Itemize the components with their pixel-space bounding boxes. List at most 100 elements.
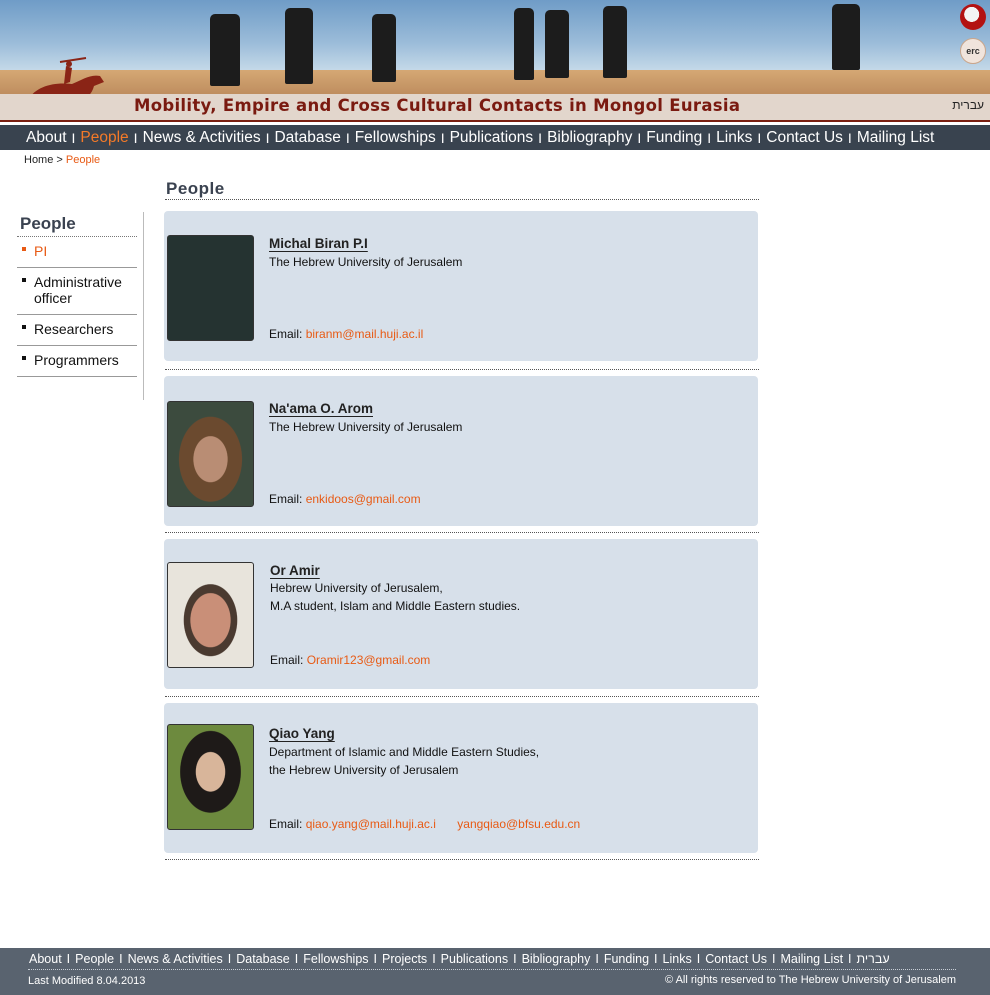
- email-label: Email:: [269, 817, 303, 831]
- footer-nav-item-links[interactable]: Links: [663, 952, 692, 966]
- affiliation-line: the Hebrew University of Jerusalem: [269, 763, 459, 777]
- footer-nav-separator: I: [772, 952, 776, 966]
- footer-rule: [28, 969, 956, 970]
- footer-nav-item-funding[interactable]: Funding: [604, 952, 649, 966]
- person-affiliation: Hebrew University of Jerusalem, M.A stud…: [270, 579, 520, 615]
- card-divider: [165, 859, 759, 860]
- sidebar-item-researchers[interactable]: Researchers: [17, 315, 137, 346]
- person-card: Michal Biran P.I The Hebrew University o…: [164, 211, 758, 361]
- sidebar-item-label: Administrative officer: [34, 274, 122, 306]
- breadcrumb-current: People: [65, 154, 101, 166]
- person-card: Qiao Yang Department of Islamic and Midd…: [164, 703, 758, 853]
- university-seal-icon[interactable]: [960, 4, 986, 30]
- walker-figure: [603, 6, 627, 78]
- footer-nav-item-people[interactable]: People: [75, 952, 114, 966]
- affiliation-line: The Hebrew University of Jerusalem: [269, 255, 463, 269]
- sidebar: People PI Administrative officer Researc…: [17, 212, 144, 400]
- footer-nav-item-news-activities[interactable]: News & Activities: [128, 952, 223, 966]
- person-email: Email: enkidoos@gmail.com: [269, 492, 421, 506]
- breadcrumb-home[interactable]: Home: [24, 154, 53, 166]
- person-photo: [167, 562, 254, 668]
- bullet-icon: [22, 247, 26, 251]
- footer-nav-separator: I: [227, 952, 232, 966]
- nav-item-news-activities[interactable]: News & Activities: [143, 129, 261, 147]
- email-link[interactable]: qiao.yang@mail.huji.ac.i: [306, 817, 436, 831]
- nav-separator: I: [847, 129, 852, 146]
- nav-separator: I: [345, 129, 350, 146]
- footer-nav-item-about[interactable]: About: [29, 952, 62, 966]
- breadcrumb: Home > People: [24, 154, 100, 166]
- person-photo: [167, 235, 254, 341]
- affiliation-line: M.A student, Islam and Middle Eastern st…: [270, 599, 521, 613]
- nav-item-people[interactable]: People: [80, 129, 128, 147]
- sidebar-title: People: [17, 212, 137, 237]
- footer-nav-separator: I: [294, 952, 299, 966]
- footer-nav-separator: I: [696, 952, 701, 966]
- person-email: Email: Oramir123@gmail.com: [270, 653, 430, 667]
- sidebar-item-label: Programmers: [34, 352, 119, 368]
- walker-figure: [514, 8, 534, 80]
- main-nav-list: About I People I News & Activities I Database I…: [0, 125, 990, 150]
- person-card: Na'ama O. Arom The Hebrew University of …: [164, 376, 758, 526]
- footer-nav-item-contact-us[interactable]: Contact Us: [705, 952, 767, 966]
- sidebar-item-programmers[interactable]: Programmers: [17, 346, 137, 377]
- nav-item-bibliography[interactable]: Bibliography: [547, 129, 632, 147]
- person-name[interactable]: Na'ama O. Arom: [269, 401, 373, 416]
- nav-item-contact-us[interactable]: Contact Us: [766, 129, 843, 147]
- affiliation-line: Hebrew University of Jerusalem,: [270, 581, 443, 595]
- person-email: Email: biranm@mail.huji.ac.il: [269, 327, 423, 341]
- hebrew-language-link[interactable]: עברית: [952, 98, 984, 112]
- sidebar-item-administrative-officer[interactable]: Administrative officer: [17, 268, 137, 315]
- card-divider: [165, 532, 759, 533]
- person-affiliation: Department of Islamic and Middle Eastern…: [269, 743, 539, 779]
- person-email: Email: qiao.yang@mail.huji.ac.i yangqiao…: [269, 817, 580, 831]
- nav-separator: I: [757, 129, 762, 146]
- person-affiliation: The Hebrew University of Jerusalem: [269, 418, 462, 436]
- footer-nav-item-fellowships[interactable]: Fellowships: [303, 952, 368, 966]
- footer: About I People I News & Activities I Database I…: [0, 948, 990, 995]
- nav-item-links[interactable]: Links: [716, 129, 752, 147]
- walker-figure: [832, 4, 860, 70]
- footer-nav-separator: I: [848, 952, 852, 966]
- erc-logo-icon[interactable]: erc: [960, 38, 986, 64]
- footer-nav-item-mailing-list[interactable]: Mailing List: [781, 952, 844, 966]
- footer-nav-item-database[interactable]: Database: [236, 952, 290, 966]
- nav-item-database[interactable]: Database: [274, 129, 340, 147]
- nav-item-fellowships[interactable]: Fellowships: [355, 129, 436, 147]
- bullet-icon: [22, 356, 26, 360]
- nav-item-funding[interactable]: Funding: [646, 129, 702, 147]
- nav-separator: I: [707, 129, 712, 146]
- footer-nav-separator: I: [654, 952, 658, 966]
- walker-figure: [545, 10, 569, 78]
- person-affiliation: The Hebrew University of Jerusalem: [269, 253, 462, 271]
- person-photo: [167, 724, 254, 830]
- affiliation-line: The Hebrew University of Jerusalem: [269, 420, 463, 434]
- person-name[interactable]: Qiao Yang: [269, 726, 335, 741]
- person-name[interactable]: Michal Biran P.I: [269, 236, 368, 251]
- email-link[interactable]: Oramir123@gmail.com: [307, 653, 431, 667]
- copyright: © All rights reserved to The Hebrew Univ…: [665, 974, 956, 986]
- email-link-secondary[interactable]: yangqiao@bfsu.edu.cn: [457, 817, 580, 831]
- email-link[interactable]: enkidoos@gmail.com: [306, 492, 421, 506]
- nav-separator: I: [538, 129, 543, 146]
- walker-figure: [210, 14, 240, 86]
- nav-item-publications[interactable]: Publications: [450, 129, 534, 147]
- footer-nav-item-[interactable]: עברית: [857, 952, 890, 966]
- header-banner: Mobility, Empire and Cross Cultural Cont…: [0, 0, 990, 122]
- person-card: Or Amir Hebrew University of Jerusalem, …: [164, 539, 758, 689]
- footer-nav-item-projects[interactable]: Projects: [382, 952, 427, 966]
- walker-figure: [372, 14, 396, 82]
- walker-figure: [285, 8, 313, 84]
- person-name[interactable]: Or Amir: [270, 563, 320, 578]
- nav-item-mailing-list[interactable]: Mailing List: [857, 129, 935, 147]
- footer-nav-item-bibliography[interactable]: Bibliography: [522, 952, 591, 966]
- person-photo: [167, 401, 254, 507]
- page: Mobility, Empire and Cross Cultural Cont…: [0, 0, 990, 995]
- nav-separator: I: [440, 129, 445, 146]
- sidebar-item-pi[interactable]: PI: [17, 237, 137, 268]
- email-link[interactable]: biranm@mail.huji.ac.il: [306, 327, 424, 341]
- footer-nav-separator: I: [119, 952, 123, 966]
- nav-item-about[interactable]: About: [26, 129, 67, 147]
- nav-separator: I: [265, 129, 270, 146]
- footer-nav-item-publications[interactable]: Publications: [441, 952, 508, 966]
